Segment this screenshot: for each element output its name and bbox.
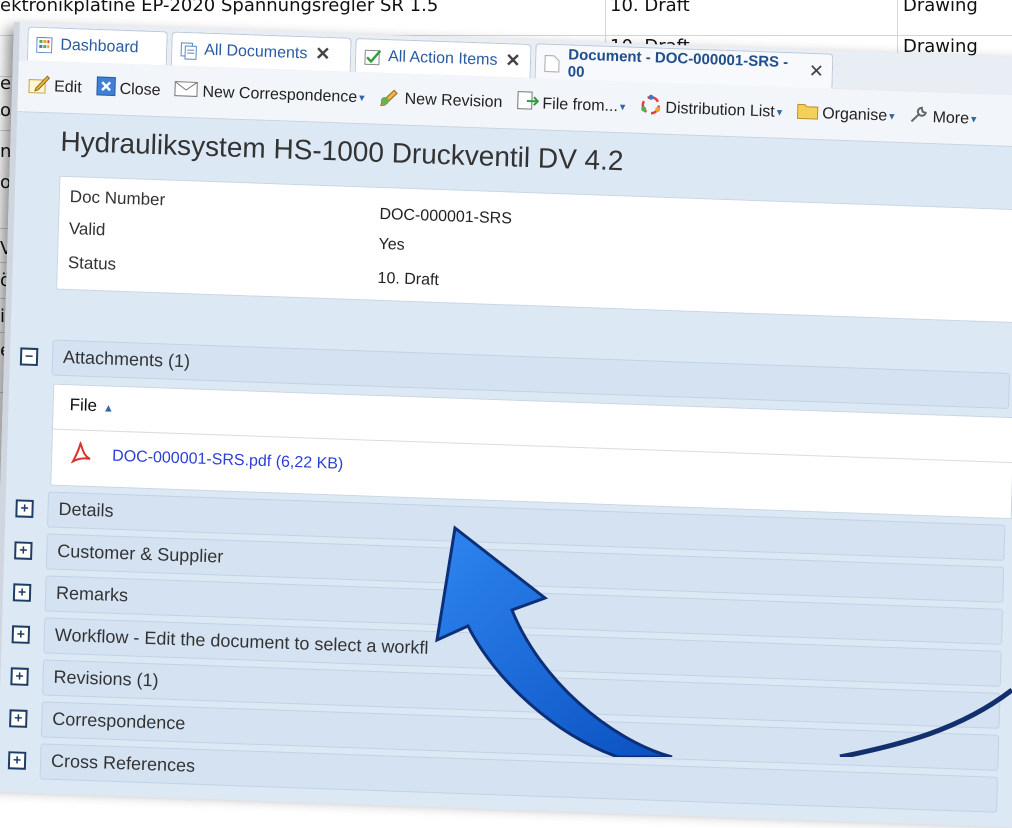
distribution-list-label: Distribution List [665, 99, 775, 121]
collapse-icon[interactable]: − [20, 347, 39, 366]
new-revision-label: New Revision [404, 90, 502, 111]
section-label: Remarks [56, 583, 129, 607]
document-icon [544, 54, 560, 71]
row-status: 10. Draft [610, 0, 690, 16]
expand-icon[interactable]: + [8, 751, 27, 770]
attachment-file-link[interactable]: DOC-000001-SRS.pdf (6,22 KB) [70, 441, 344, 478]
chevron-down-icon: ▾ [359, 91, 365, 104]
tab-label: Dashboard [60, 36, 139, 57]
status-label: Status [68, 253, 117, 275]
pdf-icon [70, 441, 93, 469]
section-label: Cross References [51, 751, 196, 777]
expand-icon[interactable]: + [14, 541, 33, 560]
row-fragment: o [0, 100, 11, 121]
distribution-cycle-icon [639, 94, 662, 122]
expand-icon[interactable]: + [12, 625, 31, 644]
file-from-label: File from... [542, 95, 618, 116]
close-icon[interactable]: ✕ [315, 44, 331, 66]
revision-pencil-icon [378, 86, 401, 112]
checkmark-icon [364, 48, 380, 65]
tab-label: All Action Items [388, 48, 498, 70]
pencil-icon [28, 74, 51, 100]
document-window: Dashboard All Documents ✕ All Action Ite… [0, 22, 1012, 818]
section-label: Correspondence [52, 709, 186, 735]
organise-button[interactable]: Organise ▾ [796, 101, 895, 127]
file-column-header[interactable]: File ▲ [69, 395, 114, 417]
new-correspondence-button[interactable]: New Correspondence ▾ [174, 80, 365, 110]
tab-dashboard[interactable]: Dashboard [27, 26, 168, 65]
expand-icon[interactable]: + [10, 667, 29, 686]
dashboard-icon [36, 36, 52, 53]
section-label: Customer & Supplier [57, 541, 224, 568]
page-title: Hydrauliksystem HS-1000 Druckventil DV 4… [60, 126, 624, 178]
edit-button[interactable]: Edit [28, 74, 82, 101]
expand-icon[interactable]: + [15, 499, 34, 518]
document-content: Hydrauliksystem HS-1000 Druckventil DV 4… [0, 112, 1012, 828]
documents-icon [180, 41, 196, 58]
section-label: Details [58, 499, 114, 522]
document-properties: Doc Number Valid Status DOC-000001-SRS Y… [56, 176, 1012, 324]
attachment-file-name: DOC-000001-SRS.pdf (6,22 KB) [112, 447, 344, 473]
close-button[interactable]: Close [95, 76, 161, 103]
envelope-icon [174, 80, 199, 104]
new-correspondence-label: New Correspondence [202, 83, 357, 106]
close-icon[interactable]: ✕ [808, 61, 824, 83]
organise-label: Organise [822, 105, 887, 125]
close-icon[interactable]: ✕ [505, 50, 521, 72]
close-box-icon [95, 76, 116, 102]
chevron-down-icon: ▾ [889, 110, 895, 123]
chevron-down-icon: ▾ [971, 112, 977, 125]
chevron-down-icon: ▾ [777, 106, 783, 119]
row-name: ektronikplatine EP-2020 Spannungsregler … [0, 0, 438, 16]
distribution-list-button[interactable]: Distribution List ▾ [639, 94, 783, 126]
valid-value: Yes [378, 236, 405, 255]
expand-icon[interactable]: + [9, 709, 28, 728]
sort-ascending-icon: ▲ [103, 402, 114, 414]
close-label: Close [119, 80, 160, 99]
section-label: Workflow - Edit the document to select a… [55, 625, 429, 659]
row-fragment: e [0, 73, 11, 94]
file-from-button[interactable]: File from... ▾ [516, 91, 626, 120]
doc-number-value: DOC-000001-SRS [379, 206, 512, 229]
more-button[interactable]: More ▾ [908, 104, 977, 131]
file-import-icon [516, 91, 539, 117]
edit-label: Edit [54, 78, 82, 97]
status-value: 10. Draft [377, 270, 439, 290]
wrench-icon [908, 104, 929, 130]
section-label: Attachments (1) [63, 347, 191, 372]
folder-icon [796, 101, 819, 125]
tab-label: All Documents [204, 41, 308, 63]
valid-label: Valid [69, 219, 106, 240]
doc-number-label: Doc Number [70, 187, 166, 210]
new-revision-button[interactable]: New Revision [378, 86, 502, 115]
more-label: More [932, 109, 969, 128]
expand-icon[interactable]: + [13, 583, 32, 602]
row-type: Drawing [903, 0, 978, 16]
section-label: Revisions (1) [53, 667, 159, 692]
chevron-down-icon: ▾ [620, 100, 626, 113]
column-label: File [69, 395, 97, 415]
